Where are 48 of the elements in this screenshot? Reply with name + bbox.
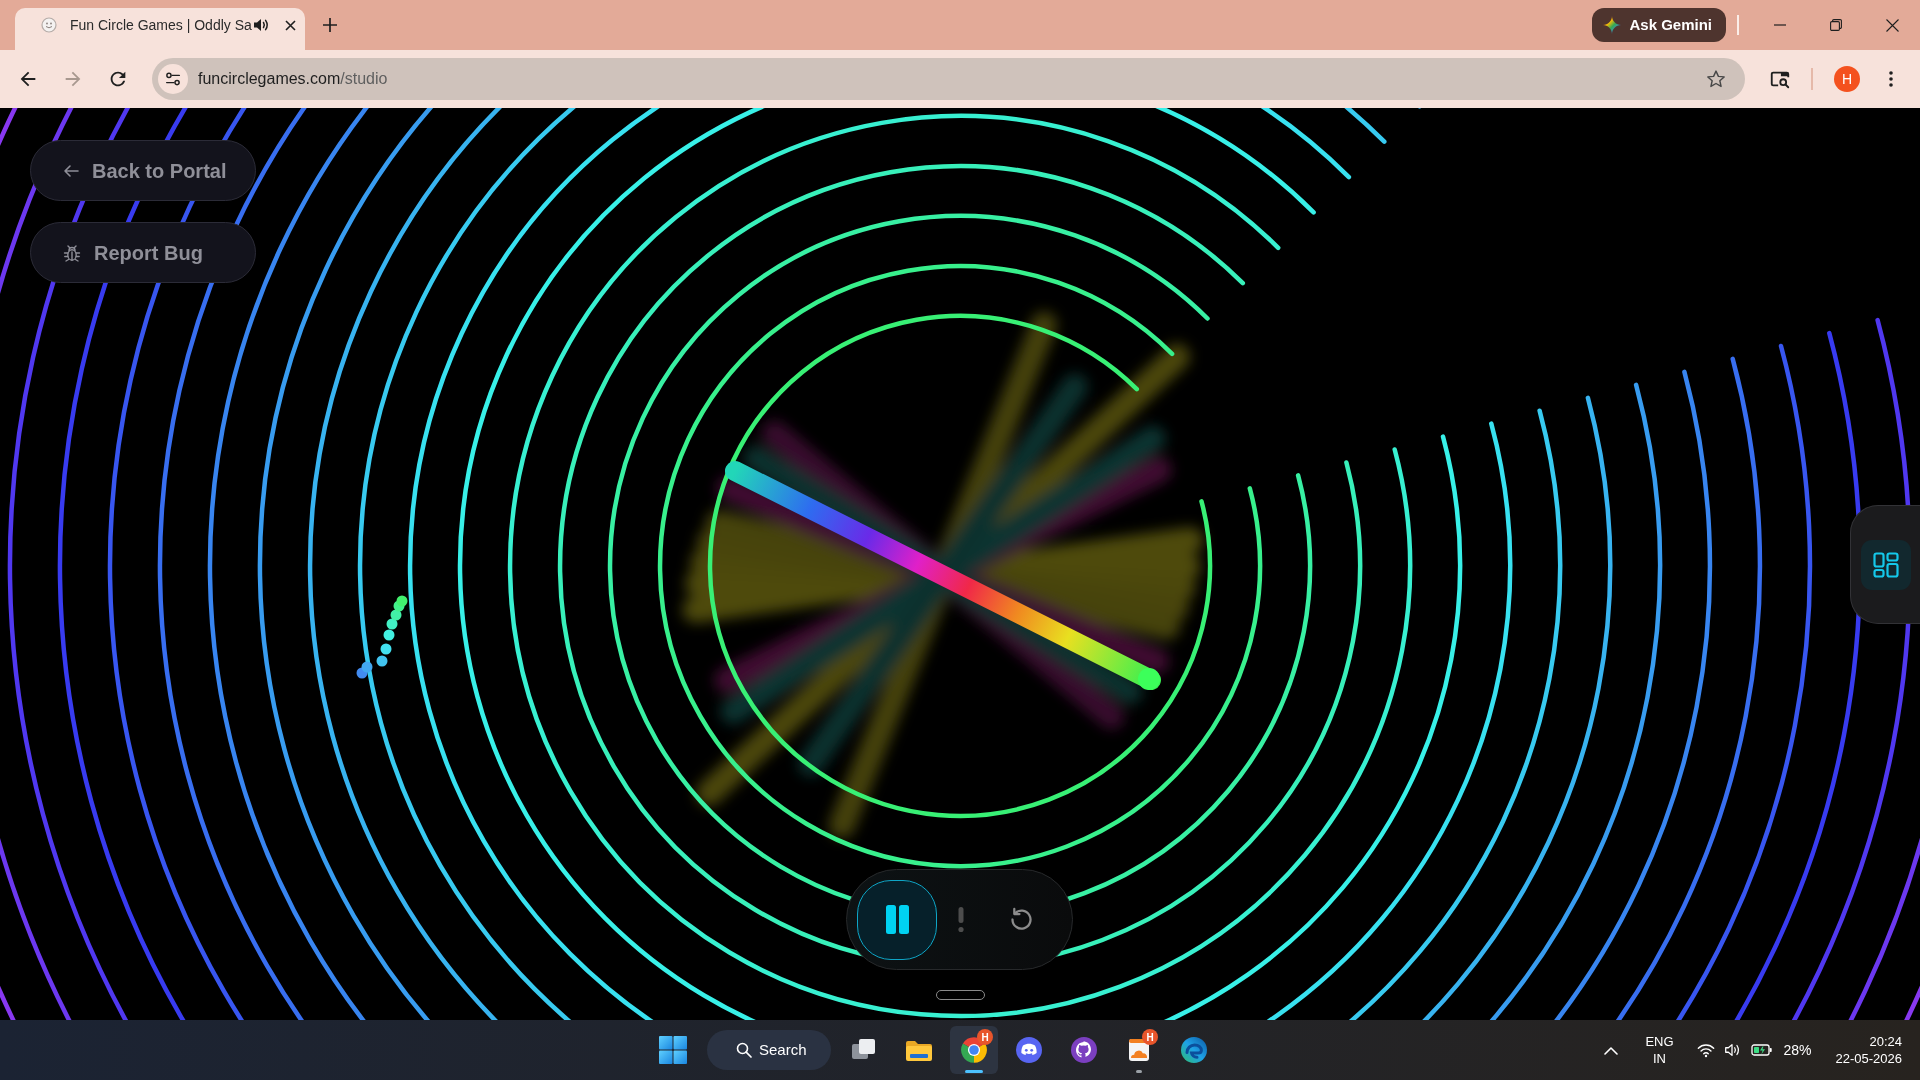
trail-dot bbox=[383, 629, 395, 641]
taskbar-search-box[interactable]: Search bbox=[707, 1030, 831, 1070]
github-icon bbox=[1069, 1035, 1099, 1065]
trail-dot bbox=[386, 618, 398, 630]
trail-dot bbox=[361, 661, 373, 673]
browser-tab[interactable]: Fun Circle Games | Oddly Sa bbox=[15, 8, 305, 50]
arrow-left-icon bbox=[63, 162, 79, 179]
search-icon bbox=[736, 1042, 752, 1058]
trail-dot bbox=[376, 655, 388, 667]
restore-icon bbox=[1830, 19, 1842, 31]
trail-dot bbox=[396, 595, 408, 607]
notification-badge: H bbox=[977, 1029, 993, 1045]
exclamation-icon bbox=[958, 906, 964, 933]
pause-button[interactable] bbox=[857, 879, 937, 960]
sparkle-icon bbox=[1603, 16, 1622, 34]
address-bar[interactable]: funcirclegames.com/studio bbox=[152, 58, 1745, 100]
close-icon bbox=[1885, 18, 1899, 32]
layout-button[interactable] bbox=[1861, 539, 1911, 590]
tune-icon bbox=[164, 70, 182, 88]
volume-icon bbox=[1723, 1041, 1742, 1059]
chevron-up-icon bbox=[1604, 1045, 1619, 1055]
edge-icon bbox=[1179, 1035, 1209, 1065]
report-bug-button[interactable]: Report Bug bbox=[30, 222, 256, 283]
language-button[interactable]: ENG IN bbox=[1635, 1030, 1684, 1070]
side-panel-handle[interactable] bbox=[1850, 505, 1920, 624]
clock-button[interactable]: 20:24 22-05-2026 bbox=[1831, 1030, 1906, 1070]
dashboard-icon bbox=[1873, 551, 1899, 578]
taskbar-app-button[interactable]: H bbox=[1115, 1026, 1163, 1074]
windows-logo-icon bbox=[658, 1035, 688, 1065]
battery-icon bbox=[1751, 1043, 1774, 1057]
minimize-icon bbox=[1774, 24, 1786, 26]
speaker-icon[interactable] bbox=[251, 16, 270, 34]
wifi-icon bbox=[1697, 1042, 1716, 1058]
url-text: funcirclegames.com/studio bbox=[198, 69, 388, 89]
bug-icon bbox=[63, 243, 81, 262]
back-button[interactable]: Back to Portal bbox=[30, 140, 256, 201]
trail-dot bbox=[380, 643, 392, 655]
close-icon bbox=[285, 19, 297, 31]
discord-icon bbox=[1014, 1035, 1044, 1065]
more-vertical-icon bbox=[1889, 71, 1893, 87]
star-icon bbox=[1706, 69, 1726, 89]
taskbar-app-button[interactable]: H bbox=[950, 1026, 998, 1074]
smiley-icon bbox=[41, 17, 57, 33]
site-info-button[interactable] bbox=[158, 64, 188, 94]
ask-gemini-button[interactable]: Ask Gemini bbox=[1592, 8, 1726, 42]
quick-settings-button[interactable]: 28% bbox=[1691, 1030, 1818, 1070]
notification-badge: H bbox=[1142, 1029, 1158, 1045]
plus-icon bbox=[323, 18, 337, 32]
